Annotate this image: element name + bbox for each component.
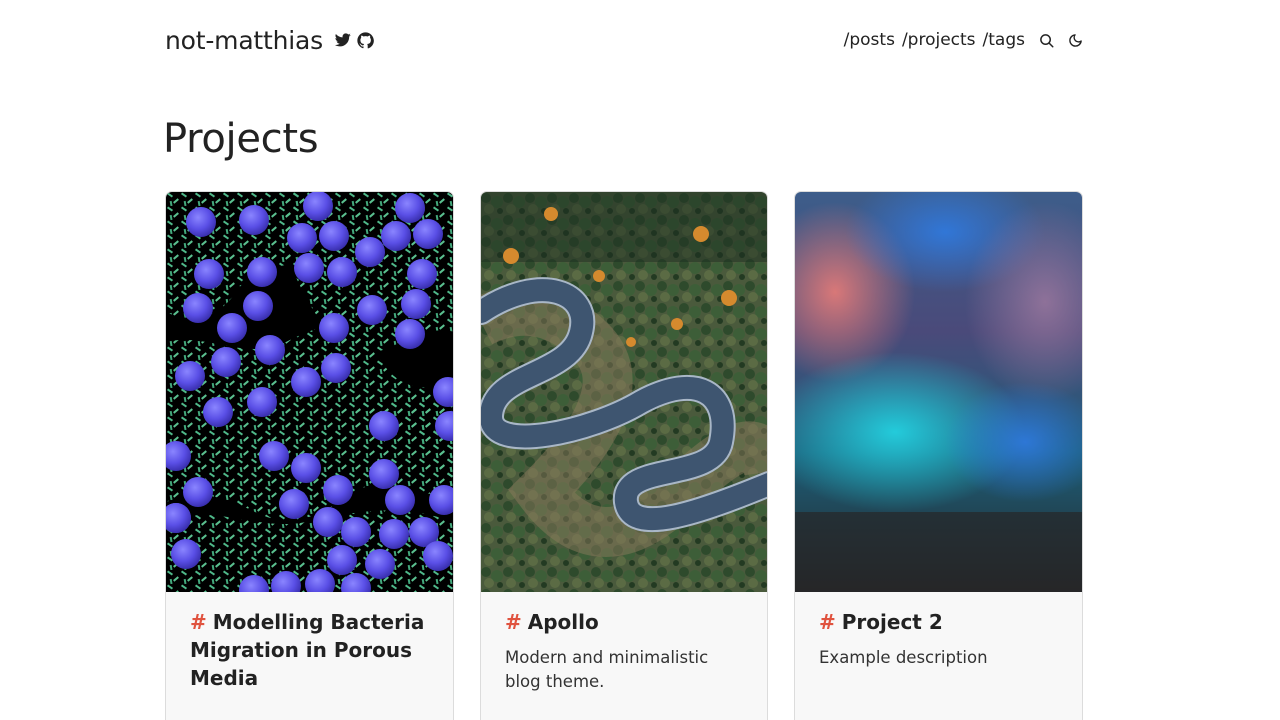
social-links (334, 31, 374, 49)
search-icon[interactable] (1039, 33, 1054, 48)
card-body: # Project 2 Example description (795, 592, 1082, 670)
site-name-link[interactable]: not-matthias (165, 26, 323, 55)
project-description: Example description (819, 648, 988, 667)
card-body: # Apollo Modern and minimalistic blog the… (481, 592, 767, 694)
project-card-project-2[interactable]: # Project 2 Example description (794, 191, 1083, 720)
bacteria-simulation-image (166, 192, 453, 592)
twitter-icon[interactable] (334, 33, 351, 47)
card-body: # Modelling Bacteria Migration in Porous … (166, 592, 453, 692)
project-title-text: Modelling Bacteria Migration in Porous M… (190, 610, 425, 690)
project-title-text: Project 2 (841, 610, 943, 634)
project-card-bacteria[interactable]: # Modelling Bacteria Migration in Porous … (165, 191, 454, 720)
winding-road-forest-image (481, 192, 767, 592)
project-title[interactable]: # Modelling Bacteria Migration in Porous … (190, 608, 429, 692)
nav-posts[interactable]: /posts (844, 30, 895, 50)
blurred-gradient-image (795, 192, 1082, 592)
project-title[interactable]: # Project 2 (819, 608, 1058, 636)
hash-symbol: # (819, 610, 836, 634)
project-card-apollo[interactable]: # Apollo Modern and minimalistic blog the… (480, 191, 768, 720)
hash-symbol: # (505, 610, 522, 634)
moon-icon[interactable] (1068, 33, 1083, 48)
project-title[interactable]: # Apollo (505, 608, 743, 636)
nav-projects[interactable]: /projects (902, 30, 976, 50)
brand: not-matthias (165, 26, 374, 55)
main-nav: /posts /projects /tags (844, 30, 1083, 50)
page-title: Projects (163, 116, 319, 162)
project-title-text: Apollo (527, 610, 599, 634)
project-description: Modern and minimalistic blog theme. (505, 648, 709, 691)
hash-symbol: # (190, 610, 207, 634)
github-icon[interactable] (357, 31, 374, 49)
nav-tags[interactable]: /tags (983, 30, 1025, 50)
site-header: not-matthias /posts /projects /tags (165, 22, 1083, 58)
page: not-matthias /posts /projects /tags Proj… (0, 0, 1280, 720)
